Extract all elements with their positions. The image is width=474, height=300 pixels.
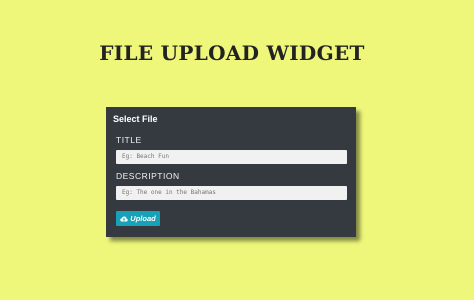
upload-button[interactable]: Upload: [116, 211, 160, 226]
title-input[interactable]: [116, 150, 347, 164]
cloud-upload-icon: [120, 216, 129, 222]
page-title: FILE UPLOAD WIDGET: [99, 41, 365, 65]
upload-button-label: Upload: [130, 214, 156, 223]
upload-panel: Select File TITLE DESCRIPTION Upload: [106, 107, 356, 237]
title-label: TITLE: [116, 135, 142, 145]
description-input[interactable]: [116, 186, 347, 200]
panel-heading: Select File: [113, 114, 158, 124]
description-label: DESCRIPTION: [116, 171, 180, 181]
